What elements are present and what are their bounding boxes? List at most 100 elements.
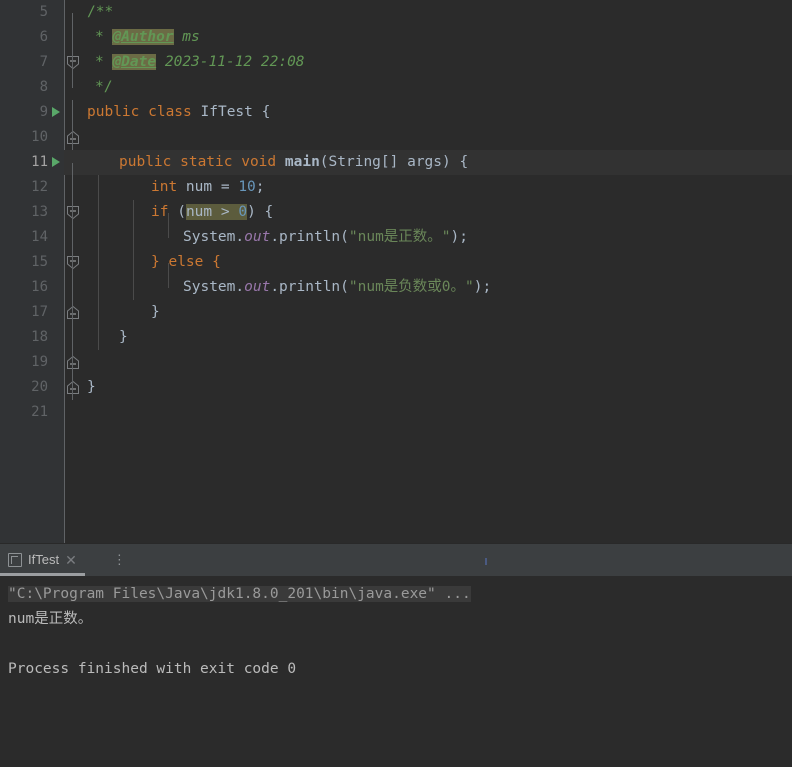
console-exit-line: Process finished with exit code 0 bbox=[8, 661, 297, 677]
gutter-run-slot bbox=[48, 400, 64, 425]
more-options-icon[interactable]: ⋮ bbox=[113, 553, 126, 566]
fold-column bbox=[64, 175, 81, 200]
close-brace-class: } bbox=[87, 379, 96, 395]
line-number: 5 bbox=[39, 4, 48, 20]
fold-column bbox=[64, 350, 81, 375]
code-line[interactable]: 15 } else { bbox=[0, 250, 792, 319]
run-triangle-icon[interactable] bbox=[52, 107, 60, 117]
condition-literal: 0 bbox=[238, 204, 248, 220]
code-line[interactable]: 6 * @Author ms bbox=[0, 25, 792, 50]
fold-open-icon[interactable] bbox=[66, 5, 80, 70]
class-name: IfTest bbox=[200, 104, 253, 120]
paren-close-brace: ) { bbox=[247, 204, 274, 220]
code-editor[interactable]: 5 /** 6 * @Author ms 7 * @Date 2023-11-1… bbox=[0, 0, 792, 543]
javadoc-date-value: 2023-11-12 22:08 bbox=[156, 54, 305, 70]
code-text: * @Date 2023-11-12 22:08 bbox=[81, 50, 305, 75]
line-number: 16 bbox=[31, 279, 48, 295]
code-line[interactable]: 5 /** bbox=[0, 0, 792, 70]
fold-end-icon[interactable] bbox=[66, 255, 80, 319]
javadoc-star: * bbox=[95, 54, 113, 70]
line-number: 15 bbox=[31, 254, 48, 270]
system-ref: System. bbox=[183, 229, 245, 245]
close-brace-if: } bbox=[151, 304, 160, 320]
keyword-public-class: public class bbox=[87, 104, 201, 120]
paren-open: ( bbox=[177, 204, 186, 220]
fold-end-icon[interactable] bbox=[66, 305, 80, 369]
line-number: 13 bbox=[31, 204, 48, 220]
run-class-button[interactable] bbox=[48, 100, 64, 125]
code-line[interactable]: 7 * @Date 2023-11-12 22:08 bbox=[0, 50, 792, 75]
run-triangle-icon[interactable] bbox=[52, 157, 60, 167]
code-text: * @Author ms bbox=[81, 25, 200, 50]
code-text: } bbox=[81, 325, 128, 350]
code-line[interactable]: 17 } bbox=[0, 300, 792, 369]
fold-marker-close[interactable] bbox=[64, 300, 81, 369]
gutter-run-slot bbox=[48, 375, 64, 400]
close-icon[interactable]: ✕ bbox=[65, 553, 77, 567]
gutter-run-slot bbox=[48, 0, 64, 25]
line-number: 20 bbox=[31, 379, 48, 395]
code-text: } else { bbox=[81, 250, 221, 275]
javadoc-open: /** bbox=[87, 4, 114, 20]
gutter-run-slot bbox=[48, 325, 64, 350]
gutter-run-slot bbox=[48, 250, 64, 275]
fold-end-icon[interactable] bbox=[66, 80, 80, 144]
console-command-text: "C:\Program Files\Java\jdk1.8.0_201\bin\… bbox=[8, 586, 471, 602]
gutter-run-slot bbox=[48, 175, 64, 200]
method-println: .println( bbox=[270, 279, 349, 295]
code-text: public static void main(String[] args) { bbox=[81, 150, 468, 175]
code-text: if (num > 0) { bbox=[81, 200, 273, 225]
fold-column bbox=[64, 225, 81, 250]
fold-column bbox=[64, 125, 81, 150]
fold-marker-open[interactable] bbox=[64, 150, 81, 220]
condition-expression: num > bbox=[185, 204, 239, 220]
keyword-public-static-void: public static void bbox=[119, 154, 285, 170]
console-stdout-line: num是正数。 bbox=[8, 611, 93, 627]
code-line[interactable]: 16 System.out.println("num是负数或0。"); bbox=[0, 275, 792, 300]
fold-marker-open[interactable] bbox=[64, 200, 81, 270]
fold-marker-open[interactable] bbox=[64, 0, 81, 70]
fold-end-icon[interactable] bbox=[66, 330, 80, 394]
close-brace-method: } bbox=[119, 329, 128, 345]
line-number: 19 bbox=[31, 354, 48, 370]
code-text: public class IfTest { bbox=[81, 100, 270, 125]
fold-marker-close[interactable] bbox=[64, 250, 81, 319]
line-number: 11 bbox=[31, 154, 48, 170]
fold-marker-close[interactable] bbox=[64, 325, 81, 394]
fold-marker-close[interactable] bbox=[64, 75, 81, 144]
field-out: out bbox=[244, 229, 271, 245]
code-text: /** bbox=[81, 0, 113, 25]
line-number: 14 bbox=[31, 229, 48, 245]
code-line-current[interactable]: 11 public static void main(String[] args… bbox=[0, 150, 792, 220]
fold-column bbox=[64, 275, 81, 300]
semicolon: ; bbox=[255, 179, 265, 195]
gutter-run-slot bbox=[48, 125, 64, 150]
code-line[interactable]: 13 if (num > 0) { bbox=[0, 200, 792, 270]
line-number: 18 bbox=[31, 329, 48, 345]
fold-column bbox=[64, 400, 81, 425]
line-number: 17 bbox=[31, 304, 48, 320]
fold-open-icon[interactable] bbox=[66, 155, 80, 220]
javadoc-star: * bbox=[95, 29, 113, 45]
tabbar-top-divider bbox=[0, 543, 792, 544]
console-command-line: "C:\Program Files\Java\jdk1.8.0_201\bin\… bbox=[0, 582, 792, 607]
line-number: 8 bbox=[39, 79, 48, 95]
code-line[interactable]: 9 public class IfTest { bbox=[0, 100, 792, 125]
console-output[interactable]: "C:\Program Files\Java\jdk1.8.0_201\bin\… bbox=[0, 576, 792, 767]
method-println: .println( bbox=[270, 229, 349, 245]
code-line[interactable]: 18 } bbox=[0, 325, 792, 394]
intellij-ide-window: 5 /** 6 * @Author ms 7 * @Date 2023-11-1… bbox=[0, 0, 792, 767]
fold-open-icon[interactable] bbox=[66, 205, 80, 270]
javadoc-tag-date: @Date bbox=[112, 54, 157, 70]
keyword-int: int bbox=[151, 179, 186, 195]
statement-end: ); bbox=[473, 279, 492, 295]
code-line[interactable]: 14 System.out.println("num是正数。"); bbox=[0, 225, 792, 250]
run-method-button[interactable] bbox=[48, 150, 64, 175]
code-line[interactable]: 12 int num = 10; bbox=[0, 175, 792, 200]
fold-column bbox=[64, 50, 81, 75]
run-tab-iftest[interactable]: IfTest ✕ bbox=[0, 543, 85, 576]
run-tab-bar: IfTest ✕ ⋮ bbox=[0, 543, 792, 576]
